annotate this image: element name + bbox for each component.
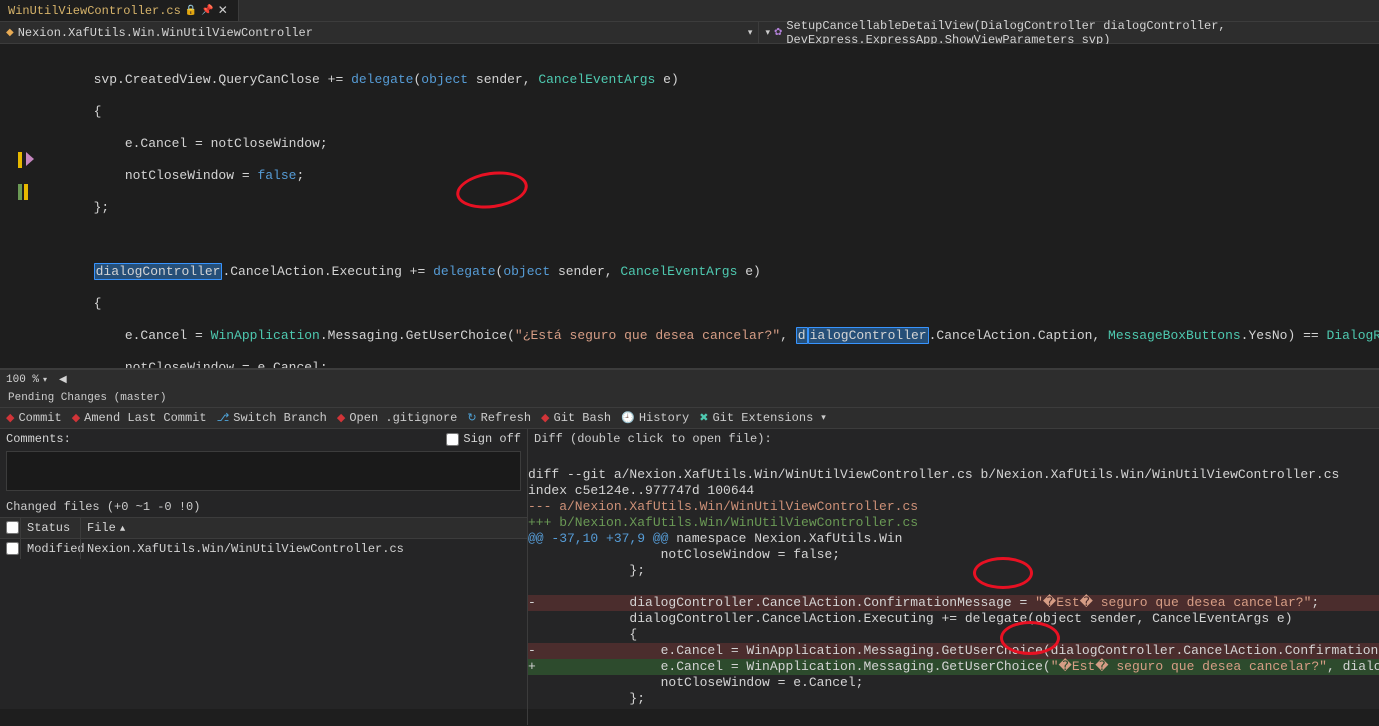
diff-added-line: + e.Cancel = WinApplication.Messaging.Ge…	[528, 659, 1379, 675]
diff-header: Diff (double click to open file):	[528, 429, 1379, 449]
diff-line: notCloseWindow = false;	[528, 547, 840, 562]
file-status: Modified	[20, 539, 80, 559]
chevron-down-icon: ▾	[765, 28, 770, 38]
diff-line: +++ b/Nexion.XafUtils.Win/WinUtilViewCon…	[528, 515, 918, 530]
type-name: Nexion.XafUtils.Win.WinUtilViewControlle…	[18, 26, 313, 40]
file-column-header[interactable]: File▲	[80, 518, 527, 538]
diff-line: index c5e124e..977747d 100644	[528, 483, 754, 498]
diff-line: diff --git a/Nexion.XafUtils.Win/WinUtil…	[528, 467, 1339, 482]
git-extensions-button[interactable]: ✖Git Extensions▾	[699, 411, 826, 425]
file-label: WinUtilViewController.cs	[8, 4, 181, 18]
diff-line	[528, 579, 536, 594]
chevron-down-icon[interactable]: ▾	[43, 375, 47, 385]
panel-title: Pending Changes (master)	[0, 389, 1379, 407]
history-icon: 🕘	[621, 411, 635, 425]
history-button[interactable]: 🕘History	[621, 411, 689, 425]
code-editor[interactable]: svp.CreatedView.QueryCanClose += delegat…	[0, 44, 1379, 369]
sign-off-checkbox[interactable]	[446, 433, 459, 446]
selection: ialogController	[808, 327, 929, 344]
chevron-down-icon: ▾	[748, 28, 753, 38]
diff-viewer[interactable]: diff --git a/Nexion.XafUtils.Win/WinUtil…	[528, 449, 1379, 725]
code-nav-bar: ◆ Nexion.XafUtils.Win.WinUtilViewControl…	[0, 22, 1379, 44]
comments-label: Comments:	[6, 432, 71, 446]
refresh-button[interactable]: ↻Refresh	[467, 411, 531, 425]
code-keyword: delegate	[351, 72, 413, 87]
refresh-icon: ↻	[467, 411, 476, 425]
branch-icon: ⎇	[217, 411, 230, 425]
type-dropdown[interactable]: ◆ Nexion.XafUtils.Win.WinUtilViewControl…	[0, 22, 758, 43]
diff-removed-line: - e.Cancel = WinApplication.Messaging.Ge…	[528, 643, 1379, 659]
diff-line: dialogController.CancelAction.Executing …	[528, 611, 1293, 626]
open-gitignore-button[interactable]: ◆Open .gitignore	[337, 411, 458, 425]
switch-branch-button[interactable]: ⎇Switch Branch	[217, 411, 327, 425]
member-dropdown[interactable]: ▾ ✿ SetupCancellableDetailView(DialogCon…	[758, 22, 1379, 43]
status-column-header[interactable]: Status	[20, 518, 80, 538]
code-text: svp.CreatedView.QueryCanClose +=	[0, 72, 351, 87]
commit-section: Comments: Sign off Changed files (+0 ~1 …	[0, 429, 528, 725]
diff-line: {	[528, 627, 637, 642]
gitignore-icon: ◆	[337, 411, 345, 425]
diff-line: };	[528, 691, 645, 706]
sort-asc-icon: ▲	[120, 524, 125, 534]
diff-line: --- a/Nexion.XafUtils.Win/WinUtilViewCon…	[528, 499, 918, 514]
lock-icon: 🔒	[185, 5, 197, 17]
chevron-down-icon: ▾	[821, 413, 826, 423]
zoom-level[interactable]: 100 %	[6, 374, 39, 386]
diff-line: };	[528, 563, 645, 578]
amend-button[interactable]: ◆Amend Last Commit	[72, 411, 207, 425]
close-icon[interactable]: ✕	[218, 3, 228, 18]
select-all-checkbox[interactable]	[6, 521, 19, 534]
changed-files-header: Changed files (+0 ~1 -0 !0)	[0, 497, 527, 517]
gitext-icon: ✖	[699, 411, 708, 425]
string-literal: "¿Está seguro que desea cancelar?"	[515, 328, 780, 343]
method-icon: ✿	[774, 27, 782, 39]
zoom-bar: 100 % ▾ ◀	[0, 369, 1379, 389]
code-body[interactable]: svp.CreatedView.QueryCanClose += delegat…	[0, 44, 1379, 368]
diff-section: Diff (double click to open file): diff -…	[528, 429, 1379, 725]
file-path: Nexion.XafUtils.Win/WinUtilViewControlle…	[80, 539, 527, 559]
selection: dialogController	[94, 263, 223, 280]
git-toolbar: ◆Commit ◆Amend Last Commit ⎇Switch Branc…	[0, 407, 1379, 429]
diff-hunk: @@ -37,10 +37,9 @@	[528, 531, 668, 546]
changed-file-row[interactable]: Modified Nexion.XafUtils.Win/WinUtilView…	[0, 539, 527, 559]
file-grid-header: Status File▲	[0, 517, 527, 539]
commit-message-input[interactable]	[6, 451, 521, 491]
class-icon: ◆	[6, 27, 14, 39]
member-name: SetupCancellableDetailView(DialogControl…	[786, 19, 1373, 47]
pin-icon[interactable]: 📌	[201, 5, 213, 17]
diff-removed-line: - dialogController.CancelAction.Confirma…	[528, 595, 1379, 611]
git-bash-button[interactable]: ◆Git Bash	[541, 411, 611, 425]
amend-icon: ◆	[72, 411, 80, 425]
commit-button[interactable]: ◆Commit	[6, 411, 62, 425]
commit-icon: ◆	[6, 411, 14, 425]
file-checkbox[interactable]	[6, 542, 19, 555]
pending-changes-panel: Pending Changes (master) ◆Commit ◆Amend …	[0, 389, 1379, 709]
document-tab[interactable]: WinUtilViewController.cs 🔒 📌 ✕	[0, 0, 239, 21]
bash-icon: ◆	[541, 411, 549, 425]
sign-off-label: Sign off	[463, 432, 521, 446]
diff-line: notCloseWindow = e.Cancel;	[528, 675, 863, 690]
scroll-left-icon[interactable]: ◀	[59, 374, 67, 386]
